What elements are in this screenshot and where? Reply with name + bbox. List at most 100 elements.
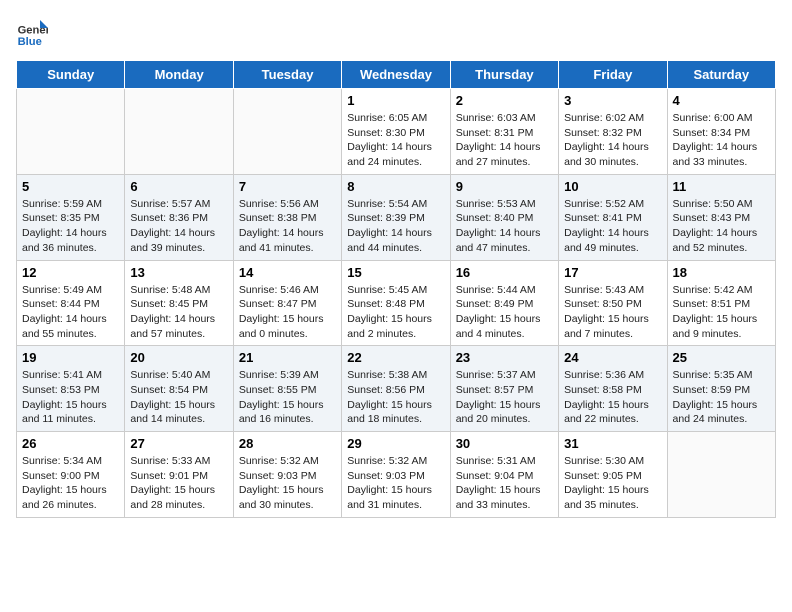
day-header-sunday: Sunday — [17, 61, 125, 89]
day-number: 9 — [456, 179, 553, 194]
cell-info: Sunrise: 5:52 AMSunset: 8:41 PMDaylight:… — [564, 197, 661, 256]
cell-info: Sunrise: 5:49 AMSunset: 8:44 PMDaylight:… — [22, 283, 119, 342]
day-number: 25 — [673, 350, 770, 365]
cell-info: Sunrise: 5:37 AMSunset: 8:57 PMDaylight:… — [456, 368, 553, 427]
cell-info: Sunrise: 5:53 AMSunset: 8:40 PMDaylight:… — [456, 197, 553, 256]
day-number: 18 — [673, 265, 770, 280]
calendar-cell: 13 Sunrise: 5:48 AMSunset: 8:45 PMDaylig… — [125, 260, 233, 346]
day-number: 14 — [239, 265, 336, 280]
calendar-cell: 16 Sunrise: 5:44 AMSunset: 8:49 PMDaylig… — [450, 260, 558, 346]
cell-info: Sunrise: 6:02 AMSunset: 8:32 PMDaylight:… — [564, 111, 661, 170]
day-number: 11 — [673, 179, 770, 194]
day-number: 22 — [347, 350, 444, 365]
logo: General Blue — [16, 16, 48, 48]
calendar-cell: 4 Sunrise: 6:00 AMSunset: 8:34 PMDayligh… — [667, 89, 775, 175]
calendar-cell: 7 Sunrise: 5:56 AMSunset: 8:38 PMDayligh… — [233, 174, 341, 260]
day-number: 28 — [239, 436, 336, 451]
cell-info: Sunrise: 6:03 AMSunset: 8:31 PMDaylight:… — [456, 111, 553, 170]
calendar-cell: 25 Sunrise: 5:35 AMSunset: 8:59 PMDaylig… — [667, 346, 775, 432]
page-header: General Blue — [16, 16, 776, 48]
day-header-wednesday: Wednesday — [342, 61, 450, 89]
day-number: 23 — [456, 350, 553, 365]
calendar-body: 1 Sunrise: 6:05 AMSunset: 8:30 PMDayligh… — [17, 89, 776, 518]
logo-icon: General Blue — [16, 16, 48, 48]
calendar-cell: 24 Sunrise: 5:36 AMSunset: 8:58 PMDaylig… — [559, 346, 667, 432]
day-number: 24 — [564, 350, 661, 365]
day-number: 8 — [347, 179, 444, 194]
cell-info: Sunrise: 6:05 AMSunset: 8:30 PMDaylight:… — [347, 111, 444, 170]
calendar-cell: 31 Sunrise: 5:30 AMSunset: 9:05 PMDaylig… — [559, 432, 667, 518]
cell-info: Sunrise: 5:34 AMSunset: 9:00 PMDaylight:… — [22, 454, 119, 513]
calendar-cell: 12 Sunrise: 5:49 AMSunset: 8:44 PMDaylig… — [17, 260, 125, 346]
day-number: 12 — [22, 265, 119, 280]
calendar-cell: 2 Sunrise: 6:03 AMSunset: 8:31 PMDayligh… — [450, 89, 558, 175]
day-number: 2 — [456, 93, 553, 108]
day-number: 5 — [22, 179, 119, 194]
calendar-cell: 27 Sunrise: 5:33 AMSunset: 9:01 PMDaylig… — [125, 432, 233, 518]
cell-info: Sunrise: 5:43 AMSunset: 8:50 PMDaylight:… — [564, 283, 661, 342]
cell-info: Sunrise: 5:45 AMSunset: 8:48 PMDaylight:… — [347, 283, 444, 342]
calendar-cell: 20 Sunrise: 5:40 AMSunset: 8:54 PMDaylig… — [125, 346, 233, 432]
cell-info: Sunrise: 5:30 AMSunset: 9:05 PMDaylight:… — [564, 454, 661, 513]
calendar-cell: 28 Sunrise: 5:32 AMSunset: 9:03 PMDaylig… — [233, 432, 341, 518]
day-number: 20 — [130, 350, 227, 365]
day-header-saturday: Saturday — [667, 61, 775, 89]
day-number: 10 — [564, 179, 661, 194]
cell-info: Sunrise: 5:36 AMSunset: 8:58 PMDaylight:… — [564, 368, 661, 427]
calendar-cell: 21 Sunrise: 5:39 AMSunset: 8:55 PMDaylig… — [233, 346, 341, 432]
calendar-cell: 5 Sunrise: 5:59 AMSunset: 8:35 PMDayligh… — [17, 174, 125, 260]
cell-info: Sunrise: 5:48 AMSunset: 8:45 PMDaylight:… — [130, 283, 227, 342]
cell-info: Sunrise: 5:50 AMSunset: 8:43 PMDaylight:… — [673, 197, 770, 256]
day-number: 1 — [347, 93, 444, 108]
day-number: 27 — [130, 436, 227, 451]
calendar-cell: 18 Sunrise: 5:42 AMSunset: 8:51 PMDaylig… — [667, 260, 775, 346]
day-number: 31 — [564, 436, 661, 451]
cell-info: Sunrise: 5:31 AMSunset: 9:04 PMDaylight:… — [456, 454, 553, 513]
cell-info: Sunrise: 5:42 AMSunset: 8:51 PMDaylight:… — [673, 283, 770, 342]
calendar-cell: 8 Sunrise: 5:54 AMSunset: 8:39 PMDayligh… — [342, 174, 450, 260]
svg-text:Blue: Blue — [18, 36, 42, 48]
calendar-cell: 14 Sunrise: 5:46 AMSunset: 8:47 PMDaylig… — [233, 260, 341, 346]
cell-info: Sunrise: 5:35 AMSunset: 8:59 PMDaylight:… — [673, 368, 770, 427]
calendar-cell: 11 Sunrise: 5:50 AMSunset: 8:43 PMDaylig… — [667, 174, 775, 260]
calendar-cell: 3 Sunrise: 6:02 AMSunset: 8:32 PMDayligh… — [559, 89, 667, 175]
day-header-friday: Friday — [559, 61, 667, 89]
day-number: 6 — [130, 179, 227, 194]
calendar-cell: 9 Sunrise: 5:53 AMSunset: 8:40 PMDayligh… — [450, 174, 558, 260]
calendar-week-4: 19 Sunrise: 5:41 AMSunset: 8:53 PMDaylig… — [17, 346, 776, 432]
day-number: 29 — [347, 436, 444, 451]
calendar-cell: 1 Sunrise: 6:05 AMSunset: 8:30 PMDayligh… — [342, 89, 450, 175]
calendar-cell: 15 Sunrise: 5:45 AMSunset: 8:48 PMDaylig… — [342, 260, 450, 346]
cell-info: Sunrise: 5:33 AMSunset: 9:01 PMDaylight:… — [130, 454, 227, 513]
cell-info: Sunrise: 5:46 AMSunset: 8:47 PMDaylight:… — [239, 283, 336, 342]
day-number: 17 — [564, 265, 661, 280]
calendar-cell: 19 Sunrise: 5:41 AMSunset: 8:53 PMDaylig… — [17, 346, 125, 432]
cell-info: Sunrise: 5:32 AMSunset: 9:03 PMDaylight:… — [347, 454, 444, 513]
calendar-cell: 29 Sunrise: 5:32 AMSunset: 9:03 PMDaylig… — [342, 432, 450, 518]
calendar-week-1: 1 Sunrise: 6:05 AMSunset: 8:30 PMDayligh… — [17, 89, 776, 175]
calendar-cell — [125, 89, 233, 175]
calendar-cell: 17 Sunrise: 5:43 AMSunset: 8:50 PMDaylig… — [559, 260, 667, 346]
cell-info: Sunrise: 5:32 AMSunset: 9:03 PMDaylight:… — [239, 454, 336, 513]
calendar-cell — [17, 89, 125, 175]
day-header-tuesday: Tuesday — [233, 61, 341, 89]
cell-info: Sunrise: 5:59 AMSunset: 8:35 PMDaylight:… — [22, 197, 119, 256]
day-header-monday: Monday — [125, 61, 233, 89]
calendar-cell — [233, 89, 341, 175]
calendar-week-2: 5 Sunrise: 5:59 AMSunset: 8:35 PMDayligh… — [17, 174, 776, 260]
calendar-cell — [667, 432, 775, 518]
day-header-thursday: Thursday — [450, 61, 558, 89]
calendar-table: SundayMondayTuesdayWednesdayThursdayFrid… — [16, 60, 776, 518]
day-header-row: SundayMondayTuesdayWednesdayThursdayFrid… — [17, 61, 776, 89]
day-number: 16 — [456, 265, 553, 280]
calendar-cell: 6 Sunrise: 5:57 AMSunset: 8:36 PMDayligh… — [125, 174, 233, 260]
day-number: 7 — [239, 179, 336, 194]
day-number: 26 — [22, 436, 119, 451]
day-number: 19 — [22, 350, 119, 365]
cell-info: Sunrise: 5:54 AMSunset: 8:39 PMDaylight:… — [347, 197, 444, 256]
calendar-cell: 23 Sunrise: 5:37 AMSunset: 8:57 PMDaylig… — [450, 346, 558, 432]
calendar-cell: 10 Sunrise: 5:52 AMSunset: 8:41 PMDaylig… — [559, 174, 667, 260]
day-number: 13 — [130, 265, 227, 280]
day-number: 4 — [673, 93, 770, 108]
cell-info: Sunrise: 5:38 AMSunset: 8:56 PMDaylight:… — [347, 368, 444, 427]
